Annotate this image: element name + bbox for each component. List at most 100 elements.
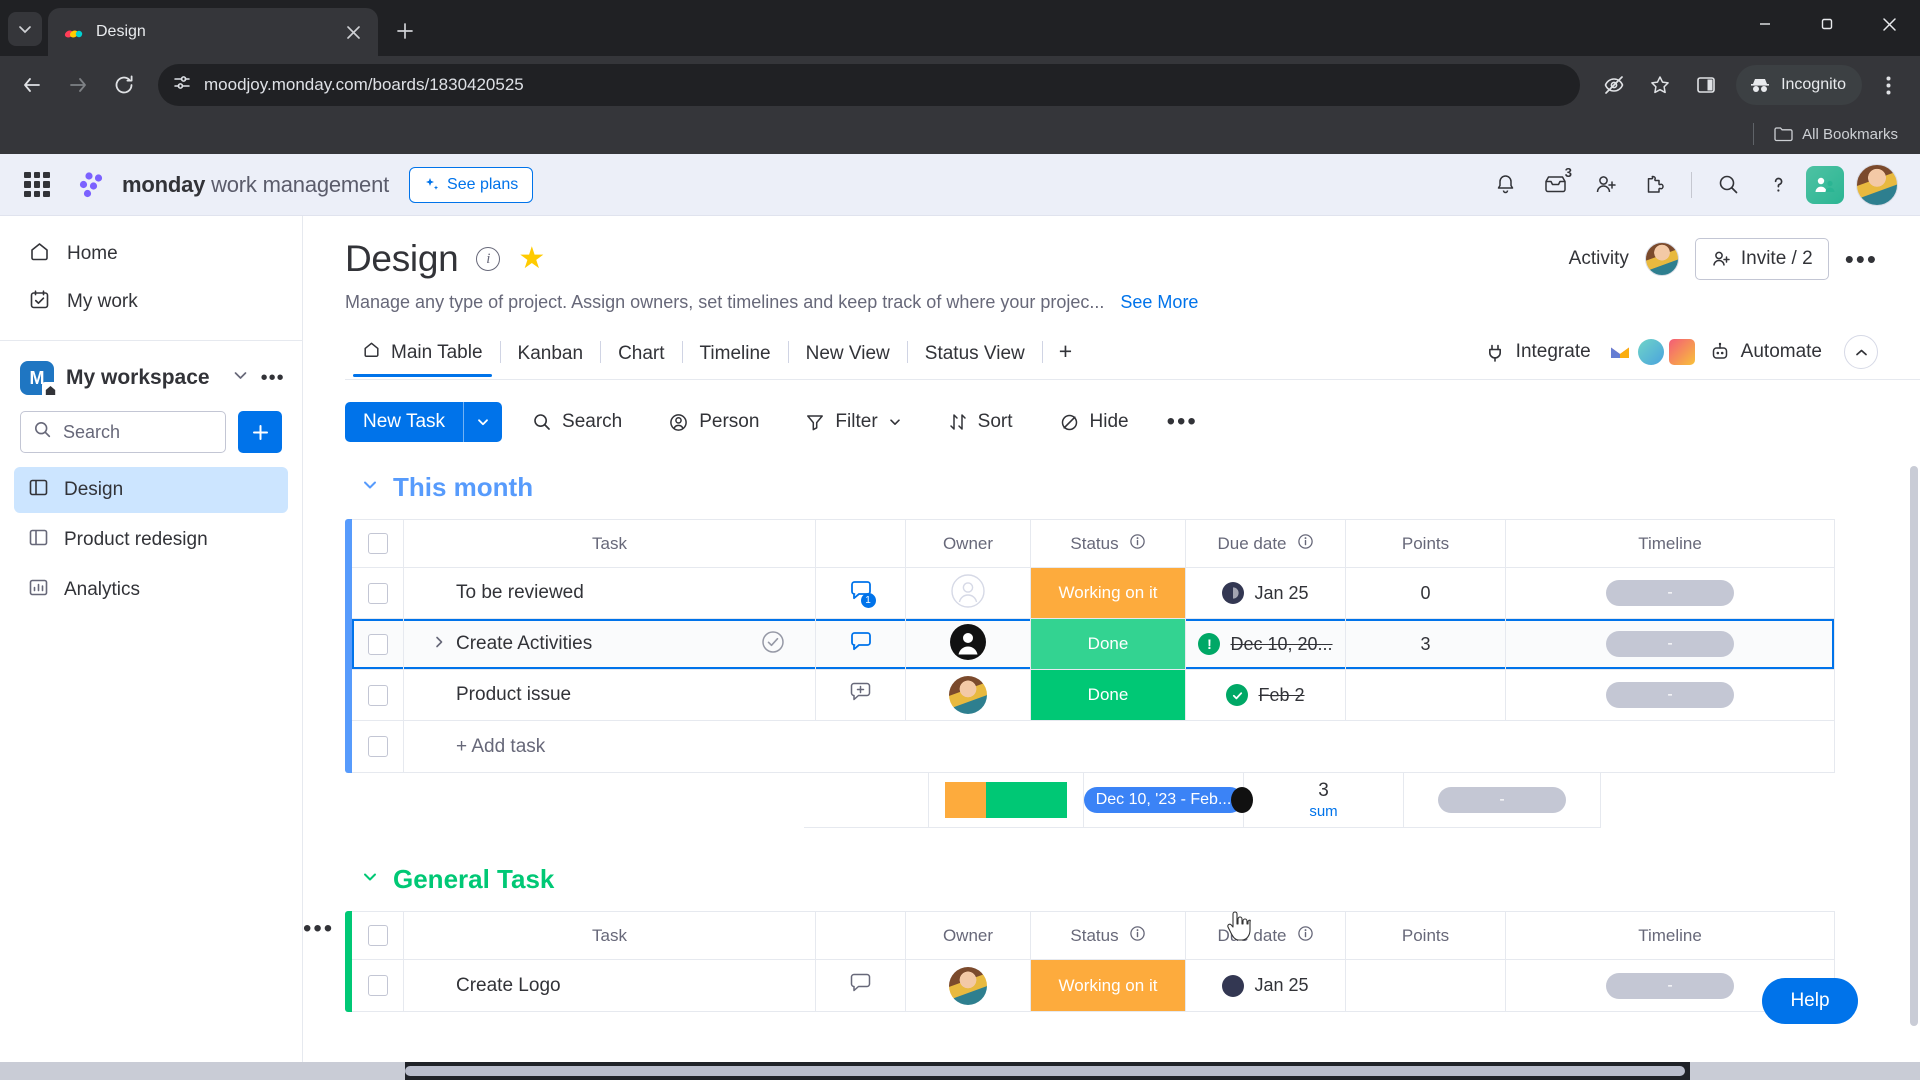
see-more-link[interactable]: See More <box>1120 292 1198 313</box>
row-due-cell[interactable]: Jan 25 <box>1186 960 1346 1011</box>
sidebar-item-product-redesign[interactable]: Product redesign <box>14 517 288 563</box>
row-due-cell[interactable]: ! Dec 10, 20... <box>1186 619 1346 669</box>
favorite-star-icon[interactable]: ★ <box>518 244 545 274</box>
chevron-down-icon[interactable] <box>361 476 379 500</box>
close-window-button[interactable] <box>1858 0 1920 48</box>
sidebar-item-my-work[interactable]: My work <box>14 278 288 326</box>
table-row[interactable]: Create Logo Working on it Jan 25 - <box>352 960 1834 1011</box>
row-checkbox[interactable] <box>352 960 404 1011</box>
integrate-button[interactable]: Integrate <box>1485 339 1695 365</box>
back-button[interactable] <box>12 65 52 105</box>
toolbar-filter-button[interactable]: Filter <box>789 402 917 442</box>
row-owner-cell[interactable] <box>906 670 1031 720</box>
info-icon[interactable] <box>1297 533 1314 555</box>
row-points-cell[interactable]: 0 <box>1346 568 1506 618</box>
add-task-row[interactable]: + Add task <box>352 721 1834 772</box>
browser-tab[interactable]: Design <box>48 8 378 56</box>
comment-icon[interactable] <box>848 971 873 1001</box>
close-icon[interactable] <box>340 19 366 45</box>
workspace-selector[interactable]: M My workspace ••• <box>0 341 302 407</box>
table-row[interactable]: Create Activities Done ! Dec 10, 20... 3… <box>352 619 1834 670</box>
expand-subitems-icon[interactable] <box>432 635 446 654</box>
row-checkbox[interactable] <box>352 670 404 720</box>
column-header-due-date[interactable]: Due date <box>1186 912 1346 959</box>
tab-kanban[interactable]: Kanban <box>501 343 601 376</box>
mark-done-icon[interactable] <box>761 630 785 659</box>
search-icon[interactable] <box>1706 163 1750 207</box>
row-chat-cell[interactable] <box>816 960 906 1011</box>
select-all-checkbox[interactable] <box>352 912 404 959</box>
team-avatar[interactable] <box>1806 165 1844 204</box>
tab-new-view[interactable]: New View <box>789 343 907 376</box>
add-view-button[interactable]: + <box>1043 338 1088 376</box>
column-header-status[interactable]: Status <box>1031 520 1186 567</box>
row-chat-cell[interactable] <box>816 619 906 669</box>
row-status-cell[interactable]: Done <box>1031 670 1186 720</box>
row-owner-cell[interactable] <box>906 619 1031 669</box>
toolbar-hide-button[interactable]: Hide <box>1043 402 1145 442</box>
reload-button[interactable] <box>104 65 144 105</box>
row-due-cell[interactable]: Feb 2 <box>1186 670 1346 720</box>
row-checkbox[interactable] <box>352 619 404 669</box>
brand[interactable]: monday work management <box>76 171 389 199</box>
column-header-timeline[interactable]: Timeline <box>1506 912 1834 959</box>
site-settings-icon[interactable] <box>172 73 192 98</box>
chevron-down-icon[interactable] <box>232 367 249 389</box>
toolbar-sort-button[interactable]: Sort <box>932 402 1029 442</box>
avatar[interactable] <box>949 676 987 714</box>
table-row[interactable]: Product issue Done Feb 2 - <box>352 670 1834 721</box>
horizontal-scrollbar[interactable] <box>405 1066 1685 1076</box>
search-input[interactable]: Search <box>20 411 226 453</box>
row-task-cell[interactable]: Create Logo <box>404 960 816 1011</box>
new-task-button[interactable]: New Task <box>345 402 503 442</box>
notifications-icon[interactable] <box>1483 163 1527 207</box>
row-status-cell[interactable]: Working on it <box>1031 568 1186 618</box>
add-board-button[interactable] <box>238 411 282 453</box>
avatar[interactable] <box>949 623 987 666</box>
summary-timeline[interactable]: - <box>1404 772 1601 828</box>
table-row[interactable]: To be reviewed 1 Working on it Jan 25 0 … <box>352 568 1834 619</box>
tracking-protection-icon[interactable] <box>1594 65 1634 105</box>
tab-status-view[interactable]: Status View <box>908 343 1042 376</box>
row-task-cell[interactable]: To be reviewed <box>404 568 816 618</box>
minimize-button[interactable] <box>1734 0 1796 48</box>
vertical-scrollbar[interactable] <box>1910 466 1918 1026</box>
puzzle-apps-icon[interactable] <box>1633 163 1677 207</box>
activity-avatar[interactable] <box>1644 242 1679 276</box>
invite-button[interactable]: Invite / 2 <box>1694 238 1829 280</box>
row-drag-menu-icon[interactable]: ••• <box>303 915 334 943</box>
row-status-cell[interactable]: Working on it <box>1031 960 1186 1011</box>
row-checkbox[interactable] <box>352 568 404 618</box>
tab-timeline[interactable]: Timeline <box>683 343 788 376</box>
row-timeline-cell[interactable]: - <box>1506 619 1834 669</box>
invite-member-icon[interactable] <box>1583 163 1627 207</box>
group-header[interactable]: General Task <box>345 864 1920 895</box>
info-icon[interactable]: i <box>476 247 501 271</box>
workspace-more-icon[interactable]: ••• <box>261 367 285 390</box>
row-timeline-cell[interactable]: - <box>1506 568 1834 618</box>
comment-badge-icon[interactable]: 1 <box>848 578 876 609</box>
column-header-due-date[interactable]: Due date <box>1186 520 1346 567</box>
column-header-owner[interactable]: Owner <box>906 520 1031 567</box>
row-due-cell[interactable]: Jan 25 <box>1186 568 1346 618</box>
collapse-header-button[interactable] <box>1844 335 1878 369</box>
sidebar-item-home[interactable]: Home <box>14 230 288 278</box>
maximize-button[interactable] <box>1796 0 1858 48</box>
comment-icon[interactable] <box>848 629 874 660</box>
summary-points[interactable]: 3 sum <box>1244 772 1404 828</box>
chevron-down-icon[interactable] <box>464 402 502 442</box>
row-status-cell[interactable]: Done <box>1031 619 1186 669</box>
comment-add-icon[interactable] <box>848 680 873 710</box>
info-icon[interactable] <box>1129 925 1146 947</box>
select-all-checkbox[interactable] <box>352 520 404 567</box>
toolbar-person-button[interactable]: Person <box>652 402 775 442</box>
board-more-icon[interactable]: ••• <box>1845 244 1878 275</box>
sidebar-item-analytics[interactable]: Analytics <box>14 567 288 613</box>
chrome-menu-icon[interactable] <box>1868 65 1908 105</box>
summary-status[interactable] <box>929 772 1084 828</box>
summary-due-date[interactable]: Dec 10, '23 - Feb... <box>1083 772 1253 828</box>
all-bookmarks-button[interactable]: All Bookmarks <box>1774 126 1898 143</box>
toolbar-search-button[interactable]: Search <box>516 402 638 442</box>
row-task-cell[interactable]: Create Activities <box>404 619 816 669</box>
column-header-timeline[interactable]: Timeline <box>1506 520 1834 567</box>
